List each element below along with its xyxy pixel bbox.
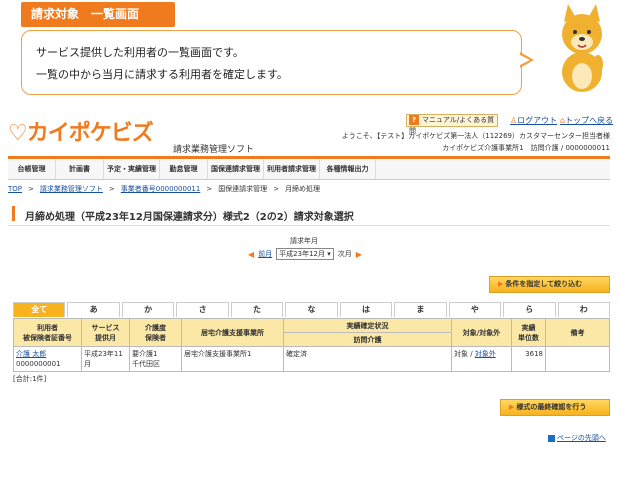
crumb-kokuho: 国保連請求管理 bbox=[218, 185, 268, 193]
user-name-link[interactable]: 介護 太郎 bbox=[16, 350, 46, 358]
tab-ya[interactable]: や bbox=[448, 302, 502, 317]
tab-ha[interactable]: は bbox=[339, 302, 393, 317]
page-top-link[interactable]: ページの先頭へ bbox=[548, 433, 606, 443]
tutorial-bubble: サービス提供した利用者の一覧画面です。 一覧の中から当月に請求する利用者を確定し… bbox=[21, 30, 522, 95]
welcome-text: ようこそ、【テスト】カイポケビズ第一法人（112269）カスタマーセンター担当者… bbox=[341, 132, 610, 152]
arrow-right-icon: ▶ bbox=[509, 403, 515, 411]
kana-tabs: 全て あ か さ た な は ま や ら わ bbox=[13, 302, 610, 317]
cell-office: 居宅介護支援事業所1 bbox=[181, 346, 284, 372]
tab-sa[interactable]: さ bbox=[176, 302, 229, 317]
main-menu: 台帳管理 計画書 予定・実績管理 勤怠管理 国保連請求管理 利用者請求管理 各種… bbox=[8, 156, 610, 180]
question-icon: ? bbox=[409, 115, 419, 125]
next-month-link[interactable]: 次月 bbox=[338, 249, 352, 259]
prev-arrow-icon: ◀ bbox=[248, 249, 255, 259]
help-button[interactable]: ? マニュアル/よくある質問 bbox=[406, 114, 498, 135]
crumb-top[interactable]: TOP bbox=[8, 185, 22, 193]
menu-ledger[interactable]: 台帳管理 bbox=[8, 159, 56, 179]
crumb-soft[interactable]: 請求業務管理ソフト bbox=[40, 185, 103, 193]
breadcrumb: TOP > 請求業務管理ソフト > 事業者番号0000000011 > 国保連請求管理 > 月締… bbox=[8, 185, 321, 193]
top-link[interactable]: ⌂トップへ戻る bbox=[560, 115, 613, 126]
next-arrow-icon: ▶ bbox=[355, 249, 362, 259]
dog-mascot-icon bbox=[562, 4, 603, 92]
tab-ka[interactable]: か bbox=[121, 302, 175, 317]
period-label: 請求年月 bbox=[290, 237, 318, 245]
col-status: 実績確定状況 bbox=[283, 318, 452, 333]
chevron-down-icon: ▾ bbox=[327, 250, 331, 258]
tutorial-line-1: サービス提供した利用者の一覧画面です。 bbox=[36, 46, 244, 59]
tab-ta[interactable]: た bbox=[230, 302, 284, 317]
tab-a[interactable]: あ bbox=[67, 302, 120, 317]
cell-target: 対象 / 対象外 bbox=[451, 346, 512, 372]
col-units: 実績 単位数 bbox=[511, 318, 546, 347]
tutorial-line-2: 一覧の中から当月に請求する利用者を確定します。 bbox=[36, 68, 288, 81]
page-title-bar: 月締め処理（平成23年12月国保連請求分）様式2（2の2）請求対象選択 bbox=[8, 200, 610, 226]
title-accent-bar bbox=[12, 206, 15, 221]
menu-kokuho[interactable]: 国保連請求管理 bbox=[208, 159, 264, 179]
menu-attendance[interactable]: 勤怠管理 bbox=[160, 159, 208, 179]
period-selector: ◀ 前月 平成23年12月 ▾ 次月 ▶ bbox=[248, 248, 362, 260]
app-logo: ♡カイポケビズ bbox=[8, 121, 154, 146]
tab-all[interactable]: 全て bbox=[13, 302, 66, 317]
bubble-tail bbox=[518, 52, 534, 68]
col-status-visit: 訪問介護 bbox=[283, 332, 452, 347]
arrow-up-icon bbox=[548, 434, 555, 442]
menu-user-billing[interactable]: 利用者請求管理 bbox=[264, 159, 320, 179]
col-target: 対象/対象外 bbox=[451, 318, 512, 347]
col-service: サービス 提供月 bbox=[81, 318, 130, 347]
period-select[interactable]: 平成23年12月 ▾ bbox=[276, 248, 334, 260]
col-care: 介護度 保険者 bbox=[129, 318, 182, 347]
confirm-button[interactable]: ▶ 様式の最終確認を行う bbox=[500, 399, 610, 416]
tab-ma[interactable]: ま bbox=[394, 302, 447, 317]
page-title: 月締め処理（平成23年12月国保連請求分）様式2（2の2）請求対象選択 bbox=[25, 212, 354, 223]
menu-schedule[interactable]: 予定・実績管理 bbox=[104, 159, 160, 179]
table-row: 介護 太郎 0000000001 平成23年11月 要介護1 千代田区 居宅介護支援… bbox=[13, 346, 610, 372]
menu-plan[interactable]: 計画書 bbox=[56, 159, 104, 179]
exclude-link[interactable]: 対象外 bbox=[475, 350, 496, 358]
col-user: 利用者 被保険者証番号 bbox=[13, 318, 82, 347]
tutorial-title: 請求対象 一覧画面 bbox=[21, 2, 175, 27]
cell-status: 確定済 bbox=[283, 346, 452, 372]
col-office: 居宅介護支援事業所 bbox=[181, 318, 284, 347]
arrow-right-icon: ▶ bbox=[498, 280, 504, 288]
tab-wa[interactable]: わ bbox=[557, 302, 610, 317]
tab-ra[interactable]: ら bbox=[503, 302, 556, 317]
cell-month: 平成23年11月 bbox=[81, 346, 130, 372]
cell-note bbox=[545, 346, 610, 372]
crumb-current: 月締め処理 bbox=[285, 185, 321, 193]
menu-output[interactable]: 各種情報出力 bbox=[320, 159, 376, 179]
logout-link[interactable]: ♙ログアウト bbox=[510, 115, 557, 126]
cell-care: 要介護1 千代田区 bbox=[129, 346, 182, 372]
crumb-office[interactable]: 事業者番号0000000011 bbox=[121, 185, 201, 193]
col-note: 備考 bbox=[545, 318, 610, 347]
app-subtitle: 請求業務管理ソフト bbox=[173, 145, 255, 155]
cell-units: 3618 bbox=[511, 346, 546, 372]
prev-month-link[interactable]: 前月 bbox=[258, 249, 272, 259]
filter-button[interactable]: ▶ 条件を指定して絞り込む bbox=[489, 276, 610, 293]
billing-table: 利用者 被保険者証番号 サービス 提供月 介護度 保険者 居宅介護支援事業所 実績確定… bbox=[13, 318, 610, 372]
tab-na[interactable]: な bbox=[285, 302, 338, 317]
cell-user: 介護 太郎 0000000001 bbox=[13, 346, 82, 372]
total-count: [合計:1件] bbox=[13, 375, 47, 383]
